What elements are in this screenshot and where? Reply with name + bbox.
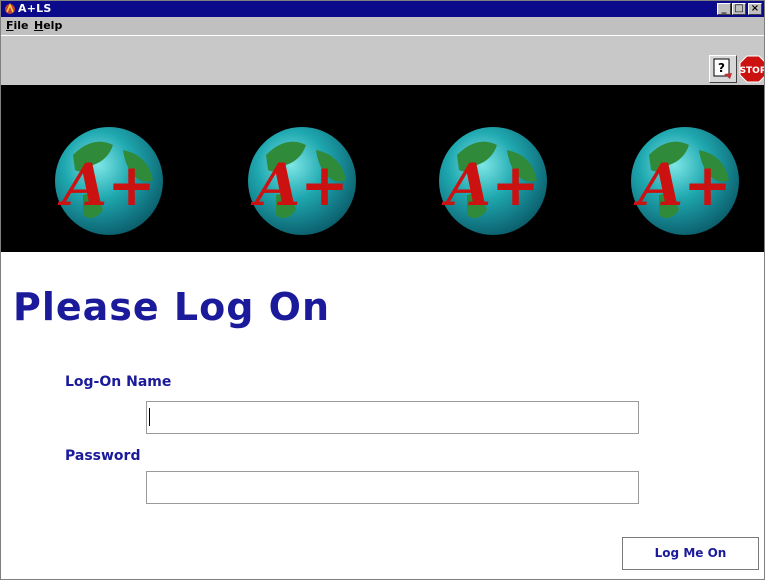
logo-text: A+ xyxy=(633,151,732,219)
globe-logo-icon: A+ xyxy=(55,127,163,235)
menu-file[interactable]: File xyxy=(6,19,29,32)
text-caret xyxy=(149,408,150,426)
title-bar: A+LS _ □ × xyxy=(1,1,764,17)
logo-text: A+ xyxy=(250,151,349,219)
password-input[interactable] xyxy=(146,471,639,504)
menu-bar: File Help xyxy=(1,17,764,35)
stop-text: STOP xyxy=(740,66,765,76)
globe-logo-icon: A+ xyxy=(631,127,739,235)
logo-text: A+ xyxy=(57,151,156,219)
logon-name-input[interactable] xyxy=(146,401,639,434)
maximize-icon: □ xyxy=(734,3,744,14)
help-book-icon: ? xyxy=(713,58,732,79)
help-button[interactable]: ? xyxy=(709,55,737,83)
globe-logo-icon: A+ xyxy=(439,127,547,235)
log-me-on-button[interactable]: Log Me On xyxy=(622,537,759,570)
close-button[interactable]: × xyxy=(748,3,762,15)
minimize-button[interactable]: _ xyxy=(717,3,731,15)
globe-logo-icon: A+ xyxy=(248,127,356,235)
minimize-icon: _ xyxy=(721,3,727,14)
page-title: Please Log On xyxy=(13,285,331,329)
maximize-button[interactable]: □ xyxy=(732,3,746,15)
logon-name-label: Log-On Name xyxy=(65,374,172,390)
menu-help[interactable]: Help xyxy=(34,19,62,32)
svg-text:?: ? xyxy=(718,61,725,75)
password-label: Password xyxy=(65,448,141,464)
app-window: A+LS _ □ × File Help ? STOP A+ A+ A+ A+ … xyxy=(0,0,765,580)
close-icon: × xyxy=(750,3,760,14)
banner: A+ A+ A+ A+ xyxy=(1,85,764,252)
app-logo-icon xyxy=(5,3,15,14)
toolbar xyxy=(1,35,764,85)
stop-sign-icon[interactable]: STOP xyxy=(739,55,765,83)
logo-text: A+ xyxy=(441,151,540,219)
window-title: A+LS xyxy=(18,2,52,15)
